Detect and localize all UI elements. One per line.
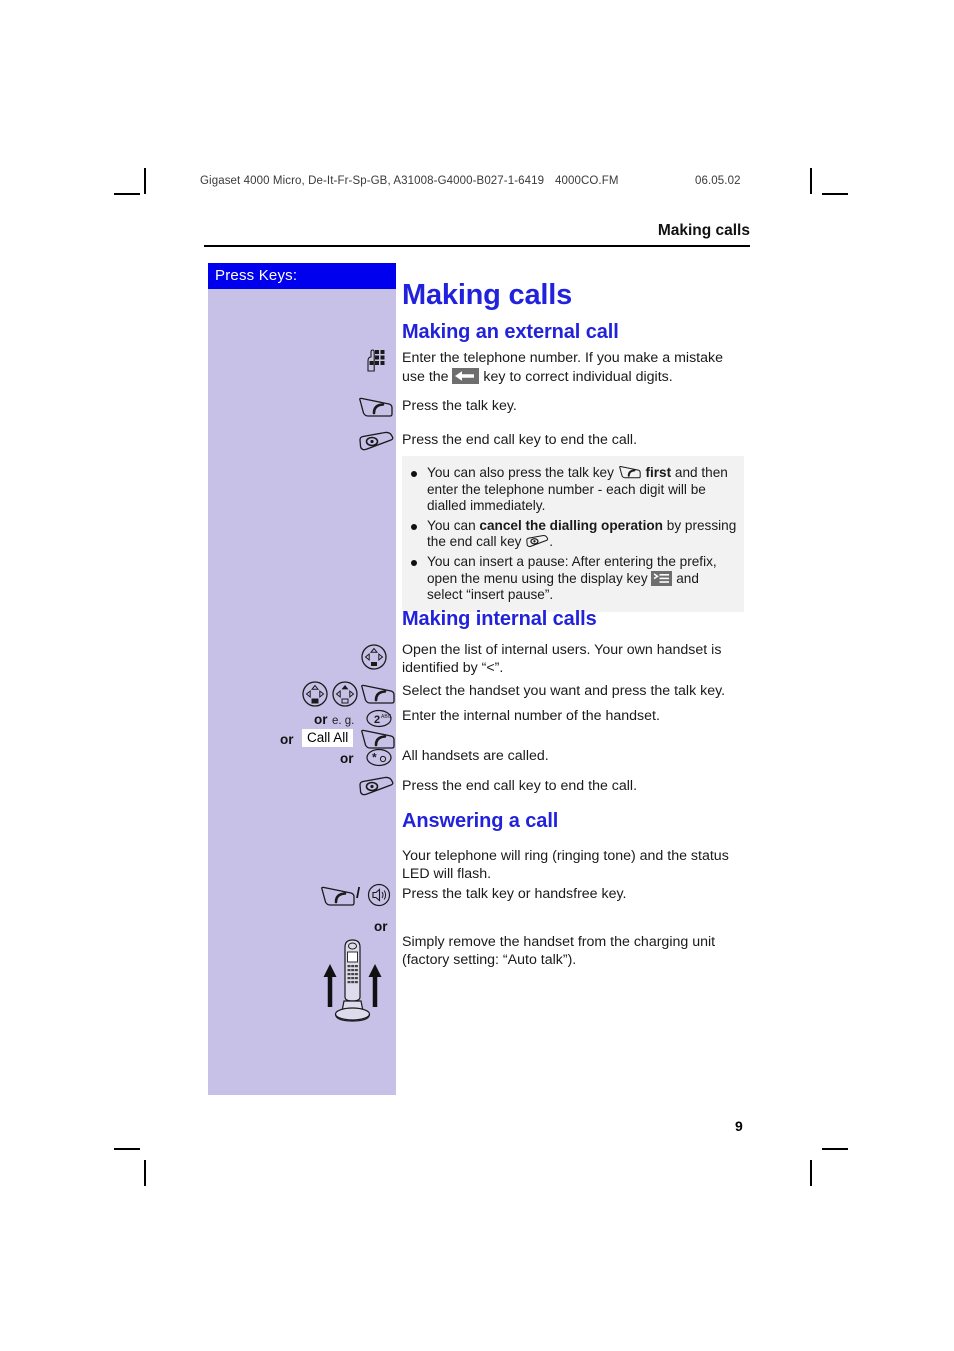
press-keys-sidebar: Press Keys: or e. g. 2 ABC or Call All o… bbox=[208, 263, 396, 1095]
heading-answering-a-call-wrap: Answering a call bbox=[402, 810, 558, 833]
step-all-handsets-called-text: All handsets are called. bbox=[402, 748, 549, 764]
sidebar-title: Press Keys: bbox=[208, 263, 396, 289]
note-item: You can cancel the dialling operation by… bbox=[410, 518, 738, 551]
note-text-2a: You can bbox=[427, 517, 480, 533]
or-label-1: or e. g. bbox=[314, 711, 354, 729]
step-text-after: key to correct individual digits. bbox=[479, 368, 673, 385]
step-press-talk-text: Press the talk key. bbox=[402, 398, 517, 414]
note-bold-first: first bbox=[641, 465, 672, 480]
header-file-name: 4000CO.FM bbox=[555, 175, 619, 187]
step-end-call: Press the end call key to end the call. bbox=[402, 432, 744, 450]
header-document-line: Gigaset 4000 Micro, De-It-Fr-Sp-GB, A310… bbox=[200, 175, 545, 187]
step-phone-rings-text: Your telephone will ring (ringing tone) … bbox=[402, 848, 729, 882]
or-label-4: or bbox=[374, 918, 388, 936]
talk-key-icon bbox=[358, 396, 394, 423]
or-text: or bbox=[340, 751, 354, 766]
crop-mark-bottom-left-horizontal bbox=[114, 1148, 140, 1150]
step-enter-number: Enter the telephone number. If you make … bbox=[402, 350, 744, 386]
svg-text:2: 2 bbox=[374, 714, 380, 726]
step-select-handset-text: Select the handset you want and press th… bbox=[402, 683, 726, 699]
correction-key-icon bbox=[452, 367, 480, 384]
running-head-title: Making calls bbox=[657, 222, 750, 239]
step-open-internal-list: Open the list of internal users. Your ow… bbox=[402, 642, 744, 677]
note-box: You can also press the talk key first an… bbox=[402, 456, 744, 612]
display-key-icon bbox=[651, 570, 673, 586]
or-text: or bbox=[374, 919, 388, 934]
eg-text: e. g. bbox=[331, 715, 355, 727]
bullet-icon bbox=[411, 471, 417, 477]
bullet-icon bbox=[411, 523, 417, 530]
header-date: 06.05.02 bbox=[695, 175, 741, 187]
or-label-3: or bbox=[340, 750, 354, 768]
step-remove-handset-text: Simply remove the handset from the charg… bbox=[402, 934, 716, 968]
bullet-icon bbox=[411, 559, 417, 566]
crop-mark-bottom-right-vertical bbox=[810, 1160, 812, 1186]
main-content: Making calls Making an external call bbox=[402, 263, 750, 344]
step-phone-rings: Your telephone will ring (ringing tone) … bbox=[402, 848, 744, 883]
end-call-key-icon bbox=[358, 775, 394, 802]
step-end-call-text: Press the end call key to end the call. bbox=[402, 432, 638, 448]
nav-key-up-icon bbox=[332, 681, 358, 712]
svg-text:*: * bbox=[372, 751, 377, 765]
heading-making-internal-calls-wrap: Making internal calls bbox=[402, 608, 597, 631]
end-call-key-icon bbox=[358, 430, 394, 457]
slash-separator: / bbox=[356, 885, 361, 902]
crop-mark-top-left-horizontal bbox=[114, 193, 140, 195]
step-enter-internal-number-text: Enter the internal number of the handset… bbox=[402, 708, 660, 724]
heading-answering-a-call: Answering a call bbox=[402, 810, 559, 832]
header-rule bbox=[204, 245, 750, 247]
note-text-1a: You can also press the talk key bbox=[427, 465, 618, 480]
talk-key-icon bbox=[360, 683, 396, 710]
or-label-2: or bbox=[280, 731, 294, 749]
step-end-call-internal: Press the end call key to end the call. bbox=[402, 778, 744, 796]
svg-text:ABC: ABC bbox=[381, 714, 392, 720]
handset-charging-unit-icon bbox=[318, 935, 388, 1030]
crop-mark-top-left-vertical bbox=[144, 168, 146, 194]
talk-key-icon bbox=[618, 465, 642, 479]
step-press-talk-or-handsfree-text: Press the talk key or handsfree key. bbox=[402, 886, 627, 902]
note-text-2c: . bbox=[549, 534, 554, 550]
note-bold-cancel: cancel the dialling operation bbox=[479, 517, 663, 533]
page-title: Making calls bbox=[402, 279, 573, 311]
crop-mark-bottom-right-horizontal bbox=[822, 1148, 848, 1150]
star-key-icon: * bbox=[366, 748, 392, 772]
page-number: 9 bbox=[735, 1118, 743, 1134]
call-all-display-key[interactable]: Call All bbox=[302, 729, 354, 747]
step-remove-handset: Simply remove the handset from the charg… bbox=[402, 934, 744, 969]
step-all-handsets-called: All handsets are called. bbox=[402, 748, 744, 766]
note-item: You can also press the talk key first an… bbox=[410, 465, 738, 515]
step-select-handset: Select the handset you want and press th… bbox=[402, 683, 750, 701]
nav-key-select-icon bbox=[302, 681, 328, 712]
talk-key-icon bbox=[320, 885, 356, 912]
handsfree-key-icon bbox=[366, 883, 392, 912]
step-enter-number-text: Enter the telephone number. If you make … bbox=[402, 350, 744, 386]
note-item: You can insert a pause: After entering t… bbox=[410, 554, 738, 604]
step-open-internal-list-text: Open the list of internal users. Your ow… bbox=[402, 642, 722, 676]
step-press-talk-or-handsfree: Press the talk key or handsfree key. bbox=[402, 886, 744, 904]
step-press-talk: Press the talk key. bbox=[402, 398, 744, 416]
heading-making-internal-calls: Making internal calls bbox=[402, 608, 597, 630]
or-text: or bbox=[314, 712, 328, 727]
crop-mark-top-right-vertical bbox=[810, 168, 812, 194]
end-call-key-icon bbox=[525, 534, 549, 548]
crop-mark-top-right-horizontal bbox=[822, 193, 848, 195]
or-text: or bbox=[280, 732, 294, 747]
crop-mark-bottom-left-vertical bbox=[144, 1160, 146, 1186]
step-end-call-internal-text: Press the end call key to end the call. bbox=[402, 778, 638, 794]
nav-key-down-icon bbox=[361, 644, 387, 675]
heading-making-external-call: Making an external call bbox=[402, 321, 619, 343]
step-enter-internal-number: Enter the internal number of the handset… bbox=[402, 708, 744, 726]
keypad-icon bbox=[366, 349, 388, 378]
